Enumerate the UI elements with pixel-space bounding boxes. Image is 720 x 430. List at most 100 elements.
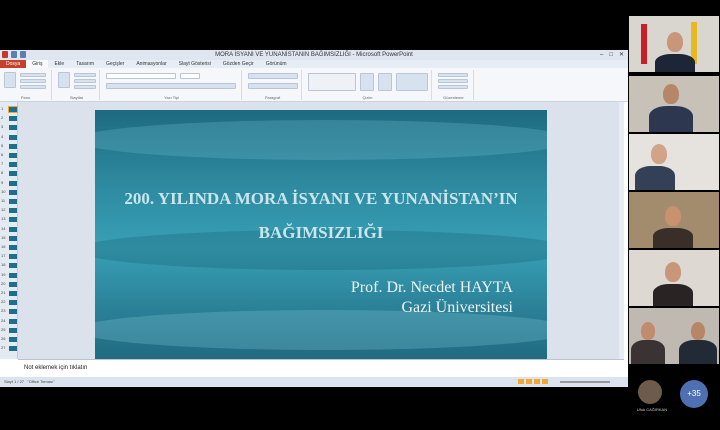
slide-thumbnail[interactable] [9, 235, 17, 241]
sorter-view-icon[interactable] [526, 379, 532, 384]
slide-thumbnail-number: 15 [1, 234, 6, 240]
reading-view-icon[interactable] [534, 379, 540, 384]
new-slide-button[interactable] [58, 72, 70, 88]
title-bar: MORA İSYANI VE YUNANİSTANIN BAĞIMSIZLIĞI… [0, 50, 628, 60]
slide-title[interactable]: 200. YILINDA MORA İSYANI VE YUNANİSTAN’I… [95, 182, 547, 250]
paste-button[interactable] [4, 72, 16, 88]
arrange-button[interactable] [360, 73, 374, 91]
list-buttons[interactable] [248, 73, 298, 79]
tab-insert[interactable]: Ekle [48, 60, 70, 68]
layout-button[interactable] [74, 73, 96, 77]
participant-tile[interactable] [629, 76, 719, 132]
slide-thumbnail[interactable] [9, 263, 17, 269]
group-slides: Slaytlar [54, 70, 100, 100]
slide-thumbnail[interactable] [9, 309, 17, 315]
normal-view-icon[interactable] [518, 379, 524, 384]
format-painter-button[interactable] [20, 85, 46, 89]
slide-thumbnail[interactable] [9, 291, 17, 296]
shapes-gallery[interactable] [308, 73, 356, 91]
tab-home[interactable]: Giriş [26, 60, 49, 68]
participant-body [635, 166, 675, 190]
shape-format-buttons[interactable] [396, 73, 428, 91]
slide-thumbnail[interactable] [9, 134, 17, 140]
align-buttons[interactable] [248, 83, 298, 89]
slide-thumbnail[interactable] [9, 327, 17, 333]
more-participants-badge[interactable]: +35 [680, 380, 708, 408]
group-label: Slaytlar [69, 95, 84, 100]
slide-thumbnail[interactable] [9, 208, 17, 214]
reset-button[interactable] [74, 79, 96, 83]
cut-button[interactable] [20, 73, 46, 77]
slide-thumbnail-number: 1 [1, 106, 4, 111]
tab-transitions[interactable]: Geçişler [100, 60, 130, 68]
slide-thumbnail[interactable] [9, 346, 17, 352]
font-format-buttons[interactable] [106, 83, 236, 89]
slide-thumbnail-number: 19 [1, 271, 6, 277]
slide-thumbnail[interactable] [9, 254, 17, 260]
maximize-icon[interactable]: □ [609, 50, 613, 60]
select-button[interactable] [438, 85, 468, 89]
tab-file[interactable]: Dosya [0, 60, 27, 68]
slide-thumbnail[interactable] [9, 180, 17, 186]
group-editing: Düzenleme [434, 70, 474, 100]
font-size-select[interactable] [180, 73, 200, 79]
quick-styles-button[interactable] [378, 73, 392, 91]
slide-thumbnails-pane[interactable]: 1 2 3 4 5 6 7 8 9 10 11 12 13 14 15 16 17 18 19 20 21 22 23 24 2… [0, 102, 18, 359]
slideshow-view-icon[interactable] [542, 379, 548, 384]
slide-thumbnail[interactable] [9, 199, 17, 204]
close-icon[interactable]: ✕ [619, 50, 624, 60]
avatar[interactable] [638, 380, 662, 404]
slide-thumbnail[interactable] [9, 272, 17, 278]
tab-animations[interactable]: Animasyonlar [130, 60, 172, 68]
notes-pane[interactable]: Not eklemek için tıklatın [18, 359, 624, 377]
participant-tile[interactable] [629, 250, 719, 306]
group-font: Yazı Tipi [102, 70, 242, 100]
vertical-scrollbar[interactable] [619, 102, 624, 359]
slide-thumbnail[interactable] [9, 337, 17, 342]
slide-thumbnail[interactable] [9, 143, 17, 149]
slide-thumbnail[interactable] [9, 226, 17, 232]
window-controls[interactable]: – □ ✕ [600, 50, 624, 60]
tab-slideshow[interactable]: Slayt Gösterisi [173, 60, 217, 68]
slide-thumbnail[interactable] [9, 125, 17, 131]
tab-design[interactable]: Tasarım [70, 60, 100, 68]
slide-thumbnail[interactable] [9, 318, 17, 324]
group-drawing: Çizim [304, 70, 432, 100]
save-icon[interactable] [11, 51, 17, 58]
find-button[interactable] [438, 73, 468, 77]
undo-icon[interactable] [20, 51, 26, 58]
copy-button[interactable] [20, 79, 46, 83]
slide-thumbnail[interactable] [9, 217, 17, 223]
window-title: MORA İSYANI VE YUNANİSTANIN BAĞIMSIZLIĞI… [215, 52, 413, 58]
group-label: Pano [20, 95, 31, 100]
participant-video-panel [628, 16, 720, 366]
tab-view[interactable]: Görünüm [260, 60, 293, 68]
participant-tile[interactable] [629, 134, 719, 190]
replace-button[interactable] [438, 79, 468, 83]
slide-subtitle[interactable]: Prof. Dr. Necdet HAYTA Gazi Üniversitesi [351, 278, 513, 318]
slide-thumbnail-number: 7 [1, 161, 4, 167]
minimize-icon[interactable]: – [600, 50, 603, 60]
slide-editor-canvas[interactable]: 200. YILINDA MORA İSYANI VE YUNANİSTAN’I… [18, 102, 624, 362]
participant-tile[interactable] [629, 308, 719, 364]
font-name-select[interactable] [106, 73, 176, 79]
slide-thumbnail[interactable] [9, 116, 17, 122]
slide[interactable]: 200. YILINDA MORA İSYANI VE YUNANİSTAN’I… [95, 110, 547, 362]
slide-thumbnail-number: 12 [1, 207, 6, 213]
slide-thumbnail[interactable] [9, 153, 17, 158]
zoom-slider[interactable] [560, 381, 610, 383]
slide-thumbnail[interactable] [9, 300, 17, 306]
slide-thumbnail[interactable] [8, 106, 18, 113]
slide-thumbnail[interactable] [9, 189, 17, 195]
quick-access-toolbar[interactable] [2, 51, 26, 58]
app-icon [2, 51, 8, 58]
slide-thumbnail[interactable] [9, 162, 17, 168]
slide-thumbnail[interactable] [9, 281, 17, 287]
participant-tile[interactable] [629, 192, 719, 248]
participant-tile[interactable] [629, 16, 719, 72]
view-buttons[interactable] [518, 379, 548, 384]
slide-thumbnail[interactable] [9, 171, 17, 177]
section-button[interactable] [74, 85, 96, 89]
tab-review[interactable]: Gözden Geçir [217, 60, 260, 68]
slide-thumbnail[interactable] [9, 245, 17, 250]
